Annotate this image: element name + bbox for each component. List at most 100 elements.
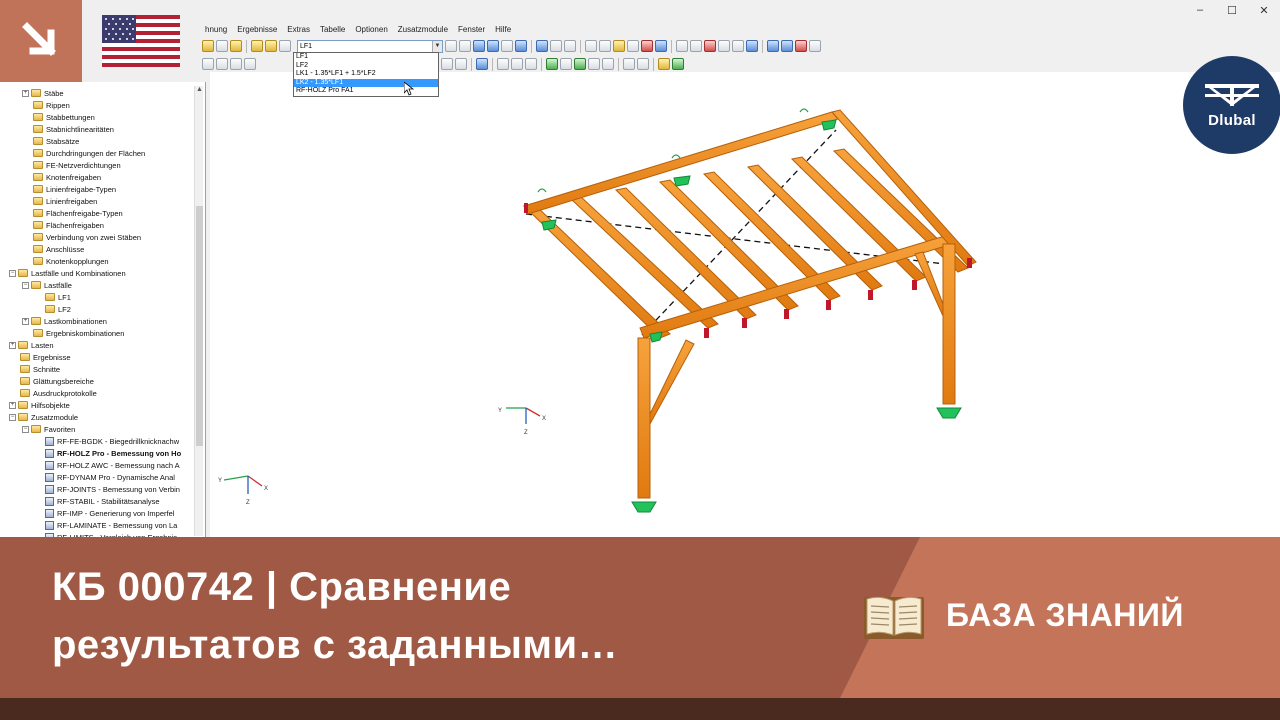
maximize-button[interactable]: ☐ xyxy=(1216,0,1248,20)
layers-icon[interactable] xyxy=(637,58,649,70)
accept-icon[interactable] xyxy=(672,58,684,70)
navigator-item[interactable]: Flächenfreigabe-Typen xyxy=(33,207,123,219)
navigator-item[interactable]: − Lastfälle und Kombinationen xyxy=(9,267,126,279)
member-icon[interactable] xyxy=(641,40,653,52)
filter-icon[interactable] xyxy=(676,40,688,52)
support-reactions-icon[interactable] xyxy=(501,40,513,52)
chevron-down-icon[interactable]: ▼ xyxy=(432,40,442,52)
measure-icon[interactable] xyxy=(746,40,758,52)
internal-forces-icon[interactable] xyxy=(487,40,499,52)
open-icon[interactable] xyxy=(202,40,214,52)
close-button[interactable]: ✕ xyxy=(1248,0,1280,20)
scroll-up-icon[interactable]: ▲ xyxy=(195,86,204,95)
print-icon[interactable] xyxy=(767,40,779,52)
navigator-item[interactable]: Linienfreigaben xyxy=(33,195,97,207)
expand-icon[interactable]: + xyxy=(9,401,16,409)
navigator-scrollbar[interactable]: ▲ xyxy=(194,86,203,536)
menu-item-ergebnisse[interactable]: Ergebnisse xyxy=(232,25,282,34)
navigator-item[interactable]: RF-IMP - Generierung von Imperfel xyxy=(45,507,174,519)
deformation-icon[interactable] xyxy=(473,40,485,52)
table-icon[interactable] xyxy=(585,40,597,52)
expand-icon[interactable]: + xyxy=(9,341,16,349)
dropdown-option[interactable]: LK1 - 1.35*LF1 + 1.5*LF2 xyxy=(294,70,438,79)
navigator-item[interactable]: Verbindung von zwei Stäben xyxy=(33,231,141,243)
navigator-item[interactable]: Linienfreigabe-Typen xyxy=(33,183,116,195)
navigator-item[interactable]: Glättungsbereiche xyxy=(20,375,94,387)
language-flag[interactable] xyxy=(82,0,200,82)
navigator-item[interactable]: RF-HOLZ Pro - Bemessung von Ho xyxy=(45,447,181,459)
grid-points-icon[interactable] xyxy=(602,58,614,70)
navigator-item[interactable]: + Lasten xyxy=(9,339,54,351)
table-filter-icon[interactable] xyxy=(599,40,611,52)
select-icon[interactable] xyxy=(216,58,228,70)
navigator-item[interactable]: FE-Netzverdichtungen xyxy=(33,159,121,171)
calculator-icon[interactable] xyxy=(279,40,291,52)
navigator-item[interactable]: LF2 xyxy=(45,303,71,315)
navigator-item[interactable]: + Stäbe xyxy=(22,87,64,99)
dropdown-option[interactable]: RF-HOLZ Pro FA1 xyxy=(294,87,438,96)
navigator-item[interactable]: Ergebniskombinationen xyxy=(33,327,124,339)
warning-icon[interactable] xyxy=(704,40,716,52)
minimize-button[interactable]: – xyxy=(1184,0,1216,20)
dropdown-option[interactable]: LF1 xyxy=(294,53,438,62)
navigator-item[interactable]: Rippen xyxy=(33,99,70,111)
navigator-item[interactable]: RF-FE-BGDK - Biegedrillknicknachw xyxy=(45,435,179,447)
scale-icon[interactable] xyxy=(455,58,467,70)
menu-item-zusatzmodule[interactable]: Zusatzmodule xyxy=(393,25,453,34)
next-load-case-icon[interactable] xyxy=(459,40,471,52)
collapse-icon[interactable]: − xyxy=(22,281,29,289)
folder-icon[interactable] xyxy=(230,40,242,52)
navigator-item[interactable]: Flächenfreigaben xyxy=(33,219,104,231)
grid-icon[interactable] xyxy=(564,40,576,52)
wire-icon[interactable] xyxy=(627,40,639,52)
expand-icon[interactable]: + xyxy=(22,317,29,325)
navigator-item[interactable]: RF-HOLZ AWC - Bemessung nach A xyxy=(45,459,180,471)
navigator-item[interactable]: Ergebnisse xyxy=(20,351,71,363)
visibility-icon[interactable] xyxy=(690,40,702,52)
smooth-icon[interactable] xyxy=(550,40,562,52)
mirror-icon[interactable] xyxy=(441,58,453,70)
results-values-icon[interactable] xyxy=(515,40,527,52)
navigator-item[interactable]: RF-STABIL - Stabilitätsanalyse xyxy=(45,495,160,507)
guide-line-icon[interactable] xyxy=(525,58,537,70)
dimension-icon[interactable] xyxy=(497,58,509,70)
navigator-item[interactable]: Ausdruckprotokolle xyxy=(20,387,97,399)
hinge-icon[interactable] xyxy=(560,58,572,70)
settings-icon[interactable] xyxy=(809,40,821,52)
render-mode-icon[interactable] xyxy=(476,58,488,70)
scrollbar-thumb[interactable] xyxy=(196,206,203,446)
navigator-item[interactable]: − Zusatzmodule xyxy=(9,411,78,423)
module-icon[interactable] xyxy=(795,40,807,52)
navigator-item[interactable]: Stabsätze xyxy=(33,135,79,147)
menu-item-extras[interactable]: Extras xyxy=(282,25,315,34)
check-icon[interactable] xyxy=(658,58,670,70)
collapse-icon[interactable]: − xyxy=(22,425,29,433)
coordinate-system-icon[interactable] xyxy=(588,58,600,70)
dropdown-option[interactable]: LF2 xyxy=(294,62,438,71)
dropdown-option-highlighted[interactable]: LK2 - 1.35*LF1 xyxy=(294,78,438,87)
view-icon[interactable] xyxy=(536,40,548,52)
navigator-item[interactable]: Anschlüsse xyxy=(33,243,84,255)
navigator-item[interactable]: Stabnichtlinearitäten xyxy=(33,123,114,135)
navigator-item[interactable]: Stabbettungen xyxy=(33,111,95,123)
navigator-item[interactable]: Durchdringungen der Flächen xyxy=(33,147,145,159)
report-icon[interactable] xyxy=(781,40,793,52)
menu-item-fenster[interactable]: Fenster xyxy=(453,25,490,34)
snap-icon[interactable] xyxy=(202,58,214,70)
collapse-icon[interactable]: − xyxy=(9,413,16,421)
expand-icon[interactable]: + xyxy=(22,89,29,97)
pan-icon[interactable] xyxy=(230,58,242,70)
menu-item-hilfe[interactable]: Hilfe xyxy=(490,25,516,34)
table-view-icon[interactable] xyxy=(623,58,635,70)
render-icon[interactable] xyxy=(613,40,625,52)
navigator-item[interactable]: − Favoriten xyxy=(22,423,75,435)
new-window-icon[interactable] xyxy=(216,40,228,52)
navigator-item[interactable]: RF-DYNAM Pro - Dynamische Anal xyxy=(45,471,175,483)
collapse-icon[interactable]: − xyxy=(9,269,16,277)
results-on-icon[interactable] xyxy=(251,40,263,52)
navigator-item[interactable]: RF-JOINTS - Bemessung von Verbin xyxy=(45,483,180,495)
load-icon[interactable] xyxy=(574,58,586,70)
previous-load-case-icon[interactable] xyxy=(445,40,457,52)
color-icon[interactable] xyxy=(732,40,744,52)
model-viewport[interactable]: Y X Z Y X Z xyxy=(210,72,1280,540)
